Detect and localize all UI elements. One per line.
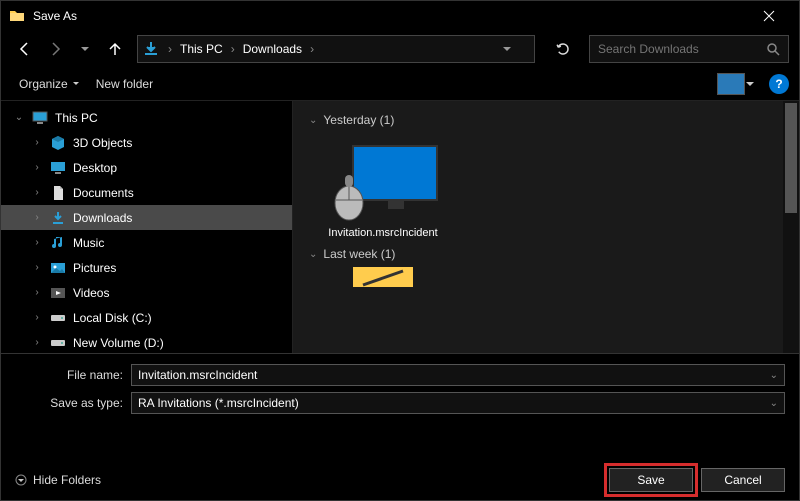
- titlebar: Save As: [1, 1, 799, 31]
- help-button[interactable]: ?: [769, 74, 789, 94]
- up-button[interactable]: [101, 35, 129, 63]
- breadcrumb-downloads[interactable]: Downloads: [237, 42, 308, 56]
- music-icon: [49, 234, 67, 252]
- tree-documents[interactable]: › Documents: [1, 180, 292, 205]
- tree-label: Videos: [73, 286, 109, 300]
- group-header-label: Last week (1): [323, 247, 395, 261]
- mouse-icon: [332, 175, 366, 221]
- type-label: Save as type:: [15, 396, 131, 410]
- folder-icon: [9, 8, 25, 24]
- chevron-right-icon: ›: [31, 187, 43, 198]
- filename-input[interactable]: ⌄: [131, 364, 785, 386]
- tree-label: Desktop: [73, 161, 117, 175]
- tree-local-disk[interactable]: › Local Disk (C:): [1, 305, 292, 330]
- cancel-button[interactable]: Cancel: [701, 468, 785, 492]
- organize-button[interactable]: Organize: [11, 73, 88, 95]
- group-header-label: Yesterday (1): [323, 113, 394, 127]
- toolbar: Organize New folder ?: [1, 67, 799, 101]
- file-item[interactable]: Invitation.msrcIncident: [313, 139, 453, 239]
- search-input[interactable]: [598, 42, 762, 56]
- tree-label: 3D Objects: [73, 136, 132, 150]
- tree-pictures[interactable]: › Pictures: [1, 255, 292, 280]
- tree-label: Music: [73, 236, 104, 250]
- chevron-right-icon: ›: [166, 42, 174, 56]
- filename-label: File name:: [15, 368, 131, 382]
- hide-folders-button[interactable]: Hide Folders: [15, 473, 101, 487]
- nav-row: › This PC › Downloads ›: [1, 31, 799, 67]
- view-mode-button[interactable]: [717, 73, 745, 95]
- scrollbar[interactable]: [783, 101, 799, 353]
- back-button[interactable]: [11, 35, 39, 63]
- chevron-right-icon: ›: [31, 287, 43, 298]
- chevron-right-icon: ›: [31, 262, 43, 273]
- type-select[interactable]: RA Invitations (*.msrcIncident) ⌄: [131, 392, 785, 414]
- chevron-down-icon: [15, 474, 27, 486]
- tree-music[interactable]: › Music: [1, 230, 292, 255]
- tree-desktop[interactable]: › Desktop: [1, 155, 292, 180]
- tree-this-pc[interactable]: ⌄ This PC: [1, 105, 292, 130]
- tree-label: New Volume (D:): [73, 336, 164, 350]
- file-name: Invitation.msrcIncident: [328, 227, 437, 239]
- content-panel[interactable]: ⌄ Yesterday (1) Invitation.msrcIncident …: [293, 101, 799, 353]
- tree-label: Documents: [73, 186, 134, 200]
- tree-3d-objects[interactable]: › 3D Objects: [1, 130, 292, 155]
- videos-icon: [49, 284, 67, 302]
- disk-icon: [49, 309, 67, 327]
- breadcrumb-this-pc[interactable]: This PC: [174, 42, 229, 56]
- breadcrumb-dropdown[interactable]: [502, 44, 530, 54]
- chevron-right-icon: ›: [229, 42, 237, 56]
- search-icon: [766, 42, 780, 56]
- bottom-bar: Hide Folders Save Cancel: [1, 460, 799, 500]
- recent-dropdown[interactable]: [71, 35, 99, 63]
- type-value: RA Invitations (*.msrcIncident): [138, 396, 299, 410]
- chevron-down-icon: ⌄: [13, 112, 25, 123]
- chevron-right-icon: ›: [31, 237, 43, 248]
- save-as-dialog: Save As › This PC › Downloads ›: [0, 0, 800, 501]
- filename-text[interactable]: [138, 368, 764, 382]
- msrc-thumbnail: [328, 139, 438, 221]
- chevron-right-icon: ›: [31, 137, 43, 148]
- pictures-icon: [49, 259, 67, 277]
- refresh-button[interactable]: [547, 35, 579, 63]
- window-title: Save As: [33, 9, 746, 23]
- body: ⌄ This PC › 3D Objects › Desktop › Document…: [1, 101, 799, 353]
- tree-label: Local Disk (C:): [73, 311, 152, 325]
- save-button[interactable]: Save: [609, 468, 693, 492]
- new-folder-button[interactable]: New folder: [88, 73, 161, 95]
- tree-videos[interactable]: › Videos: [1, 280, 292, 305]
- forward-button[interactable]: [41, 35, 69, 63]
- tree-label: Downloads: [73, 211, 132, 225]
- group-yesterday[interactable]: ⌄ Yesterday (1): [305, 109, 787, 135]
- chevron-right-icon: ›: [308, 42, 316, 56]
- desktop-icon: [49, 159, 67, 177]
- tree-panel: ⌄ This PC › 3D Objects › Desktop › Document…: [1, 101, 293, 353]
- chevron-right-icon: ›: [31, 212, 43, 223]
- group-last-week[interactable]: ⌄ Last week (1): [305, 243, 787, 269]
- close-button[interactable]: [746, 1, 791, 31]
- chevron-down-icon: ⌄: [309, 249, 317, 260]
- chevron-right-icon: ›: [31, 312, 43, 323]
- breadcrumb[interactable]: › This PC › Downloads ›: [137, 35, 535, 63]
- tree-downloads[interactable]: › Downloads: [1, 205, 292, 230]
- chevron-down-icon: ⌄: [309, 115, 317, 126]
- chevron-down-icon[interactable]: ⌄: [764, 370, 778, 381]
- fields-panel: File name: ⌄ Save as type: RA Invitation…: [1, 353, 799, 426]
- pc-icon: [31, 109, 49, 127]
- chevron-right-icon: ›: [31, 162, 43, 173]
- tree-new-volume[interactable]: › New Volume (D:): [1, 330, 292, 353]
- download-icon: [49, 209, 67, 227]
- download-icon: [142, 40, 160, 58]
- disk-icon: [49, 334, 67, 352]
- search-box[interactable]: [589, 35, 789, 63]
- chevron-down-icon[interactable]: ⌄: [764, 398, 778, 409]
- tree-label: This PC: [55, 111, 98, 125]
- file-item[interactable]: [313, 267, 453, 287]
- document-icon: [49, 184, 67, 202]
- tree-label: Pictures: [73, 261, 116, 275]
- cube-icon: [49, 134, 67, 152]
- hide-folders-label: Hide Folders: [33, 473, 101, 487]
- chevron-right-icon: ›: [31, 337, 43, 348]
